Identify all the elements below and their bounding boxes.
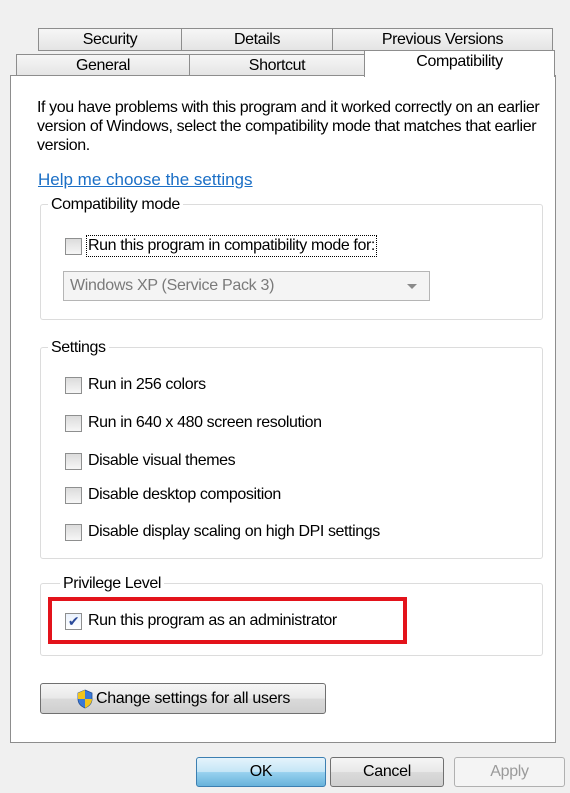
uac-shield-icon xyxy=(77,689,93,708)
setting-256-colors-checkbox[interactable] xyxy=(65,376,82,394)
setting-256-colors-label: Run in 256 colors xyxy=(88,376,206,393)
os-version-select[interactable]: Windows XP (Service Pack 3) xyxy=(63,271,430,301)
setting-640x480-label: Run in 640 x 480 screen resolution xyxy=(88,414,322,431)
setting-desktop-composition-label: Disable desktop composition xyxy=(88,486,281,503)
setting-256-colors[interactable]: Run in 256 colors xyxy=(65,376,206,394)
tab-shortcut[interactable]: Shortcut xyxy=(189,54,365,77)
cancel-button[interactable]: Cancel xyxy=(330,757,444,787)
tab-details[interactable]: Details xyxy=(181,28,333,51)
compat-mode-option[interactable]: Run this program in compatibility mode f… xyxy=(65,235,377,257)
highlight-box xyxy=(48,597,407,644)
setting-dpi-scaling[interactable]: Disable display scaling on high DPI sett… xyxy=(65,523,380,541)
tab-previous-versions[interactable]: Previous Versions xyxy=(332,28,553,51)
tab-compatibility[interactable]: Compatibility xyxy=(364,50,555,77)
setting-desktop-composition[interactable]: Disable desktop composition xyxy=(65,486,281,504)
os-version-value: Windows XP (Service Pack 3) xyxy=(70,277,275,294)
change-settings-label: Change settings for all users xyxy=(95,689,291,707)
setting-dpi-scaling-label: Disable display scaling on high DPI sett… xyxy=(88,523,380,540)
tab-security[interactable]: Security xyxy=(38,28,182,51)
setting-visual-themes-checkbox[interactable] xyxy=(65,452,82,470)
settings-legend: Settings xyxy=(48,339,109,357)
setting-desktop-composition-checkbox[interactable] xyxy=(65,486,82,504)
chevron-down-icon xyxy=(407,284,417,289)
compat-mode-checkbox[interactable] xyxy=(65,237,82,255)
intro-text: If you have problems with this program a… xyxy=(37,99,540,154)
change-settings-all-users-button[interactable]: Change settings for all users xyxy=(40,683,326,714)
setting-dpi-scaling-checkbox[interactable] xyxy=(65,523,82,541)
setting-visual-themes-label: Disable visual themes xyxy=(88,452,236,469)
tab-general[interactable]: General xyxy=(16,54,190,77)
help-link[interactable]: Help me choose the settings xyxy=(38,170,253,190)
compatibility-mode-group xyxy=(40,204,543,320)
apply-button[interactable]: Apply xyxy=(454,757,565,787)
compat-mode-label: Run this program in compatibility mode f… xyxy=(86,235,377,257)
ok-button[interactable]: OK xyxy=(196,757,326,787)
setting-640x480[interactable]: Run in 640 x 480 screen resolution xyxy=(65,414,322,432)
privilege-level-legend: Privilege Level xyxy=(60,575,165,593)
setting-visual-themes[interactable]: Disable visual themes xyxy=(65,452,236,470)
setting-640x480-checkbox[interactable] xyxy=(65,414,82,432)
compatibility-mode-legend: Compatibility mode xyxy=(48,196,183,214)
